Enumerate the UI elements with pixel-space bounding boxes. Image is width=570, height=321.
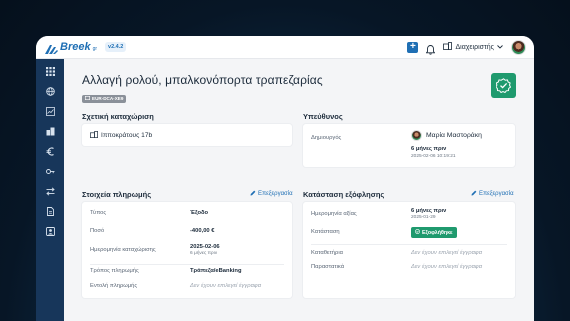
add-button[interactable]: + xyxy=(407,41,419,53)
property-link[interactable]: Ιπποκράτους 17b xyxy=(90,131,152,140)
amount-label: Ποσό xyxy=(90,228,105,234)
building-icon xyxy=(443,42,453,52)
payment-section-heading: Στοιχεία πληρωμής xyxy=(82,190,152,199)
bell-icon[interactable] xyxy=(426,42,436,55)
status-label: Κατάσταση xyxy=(311,229,340,235)
paid-status-icon xyxy=(491,73,516,98)
status-badge: Εξοφλήθηκε xyxy=(411,227,457,238)
creator-label: Δημιουργός xyxy=(311,135,342,141)
contacts-icon[interactable] xyxy=(45,227,55,236)
logo-mark-icon xyxy=(44,42,58,54)
check-circle-icon xyxy=(415,229,420,236)
payment-method-value: Τράπεζα/eBanking xyxy=(190,268,242,274)
documents-label: Παραστατικά xyxy=(311,264,345,270)
registration-date-value: 2025-02-06 6 μήνες πριν xyxy=(190,244,220,256)
payment-order-label: Εντολή πληρωμής xyxy=(90,283,138,289)
logo[interactable]: Breek gr xyxy=(44,41,98,54)
admin-label: Διαχειριστής xyxy=(455,43,494,51)
divider xyxy=(90,264,284,265)
status-text: Εξοφλήθηκε xyxy=(422,229,453,236)
creator-name: Μαρία Μαστοράκη xyxy=(426,132,482,139)
grid-icon[interactable] xyxy=(45,67,55,76)
value-date: 2025-01-29 xyxy=(411,215,436,220)
created-at: 2025-02-06 10:19:21 xyxy=(411,154,456,159)
value-date-label: Ημερομηνία αξίας xyxy=(311,211,357,217)
payment-edit-button[interactable]: Επεξεργασία xyxy=(250,190,293,198)
settlement-edit-label: Επεξεργασία xyxy=(479,191,514,197)
divider xyxy=(311,244,507,245)
payment-edit-label: Επεξεργασία xyxy=(258,191,293,197)
transfer-icon[interactable] xyxy=(45,187,55,196)
app-window: Breek gr v2.4.2 + Διαχειριστής Αλλαγή ρο… xyxy=(36,36,534,321)
buildings-icon[interactable] xyxy=(46,127,55,136)
property-address: Ιπποκράτους 17b xyxy=(101,132,153,139)
chart-icon[interactable] xyxy=(45,107,55,116)
amount-value: -400,00 € xyxy=(190,228,215,234)
logo-text: Breek xyxy=(60,41,91,53)
receipts-value[interactable]: Δεν έχουν επιλεγεί έγγραφα xyxy=(411,250,482,256)
tag-icon xyxy=(85,96,91,101)
building-icon xyxy=(90,131,98,140)
top-bar: Breek gr v2.4.2 + Διαχειριστής xyxy=(36,36,534,59)
payment-method-label: Τρόπος πληρωμής xyxy=(90,268,139,274)
creator-avatar xyxy=(411,130,422,141)
responsible-section-heading: Υπεύθυνος xyxy=(303,112,343,121)
registration-date-label: Ημερομηνία καταχώρισης xyxy=(90,247,156,253)
logo-suffix: gr xyxy=(92,46,98,52)
registration-date-ago: 6 μήνες πριν xyxy=(190,251,218,256)
sidebar xyxy=(36,59,64,321)
responsible-card: Δημιουργός Μαρία Μαστοράκη 6 μήνες πριν … xyxy=(303,124,515,167)
payment-card: Τύπος Έξοδο Ποσό -400,00 € Ημερομηνία κα… xyxy=(82,202,292,298)
record-code: EUR-DCA-XE9 xyxy=(92,96,124,101)
property-section-heading: Σχετική καταχώριση xyxy=(82,112,154,121)
value-date-value: 6 μήνες πριν 2025-01-29 xyxy=(411,208,446,220)
payment-type-value: Έξοδο xyxy=(190,210,209,216)
creator[interactable]: Μαρία Μαστοράκη xyxy=(411,130,482,141)
page-title: Αλλαγή ρολού, μπαλκονόπορτα τραπεζαρίας xyxy=(82,73,323,87)
key-icon[interactable] xyxy=(45,167,55,176)
chevron-down-icon xyxy=(497,44,503,51)
admin-menu[interactable]: Διαχειριστής xyxy=(443,42,503,52)
documents-value[interactable]: Δεν έχουν επιλεγεί έγγραφα xyxy=(411,264,482,270)
record-code-badge: EUR-DCA-XE9 xyxy=(82,94,127,103)
payment-type-label: Τύπος xyxy=(90,210,107,216)
settlement-card: Ημερομηνία αξίας 6 μήνες πριν 2025-01-29… xyxy=(303,202,515,298)
version-badge: v2.4.2 xyxy=(105,42,127,52)
status-value: Εξοφλήθηκε xyxy=(411,227,457,238)
payment-order-value[interactable]: Δεν έχουν επιλεγεί έγγραφα xyxy=(190,283,261,289)
settlement-edit-button[interactable]: Επεξεργασία xyxy=(471,190,514,198)
receipts-label: Καταθετήρια xyxy=(311,250,343,256)
euro-icon[interactable] xyxy=(46,147,55,156)
document-icon[interactable] xyxy=(46,207,55,216)
main-content: Αλλαγή ρολού, μπαλκονόπορτα τραπεζαρίας … xyxy=(64,59,534,321)
created-ago: 6 μήνες πριν xyxy=(411,146,447,152)
pencil-icon xyxy=(250,190,256,198)
settlement-section-heading: Κατάσταση εξόφλησης xyxy=(303,190,385,199)
value-date-ago: 6 μήνες πριν xyxy=(411,208,447,214)
globe-icon[interactable] xyxy=(45,87,55,96)
registration-date: 2025-02-06 xyxy=(190,244,220,250)
user-avatar[interactable] xyxy=(511,39,526,55)
property-card: Ιπποκράτους 17b xyxy=(82,124,292,146)
pencil-icon xyxy=(471,190,477,198)
